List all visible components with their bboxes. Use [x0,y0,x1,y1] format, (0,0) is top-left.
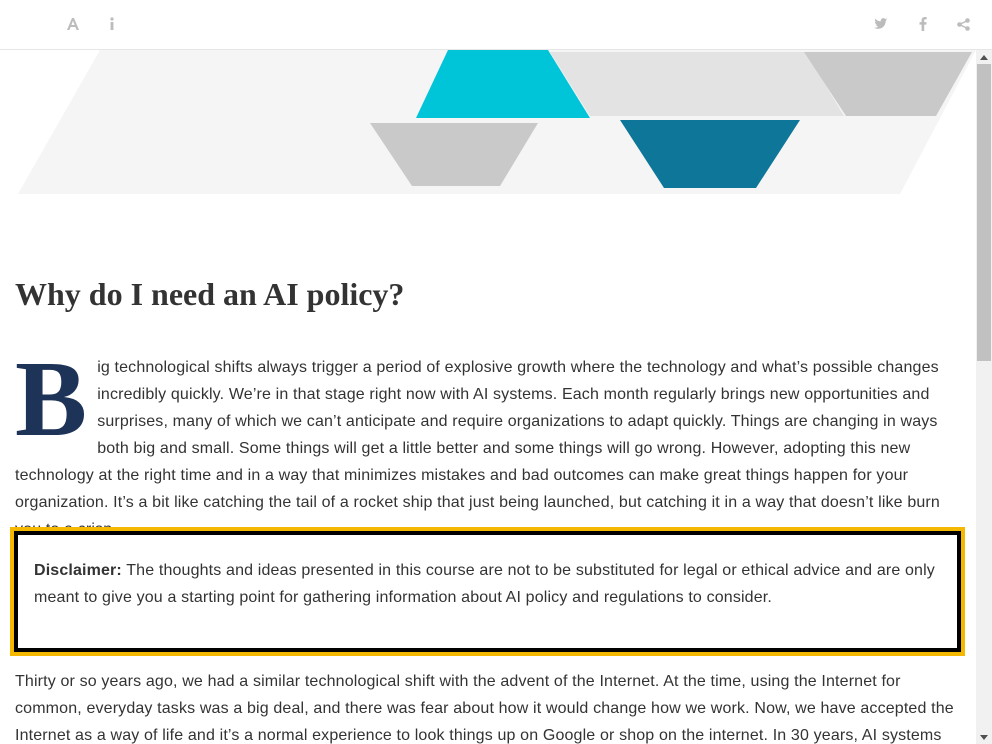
share-icon[interactable] [952,12,974,36]
disclaimer-box: Disclaimer: The thoughts and ideas prese… [14,531,961,652]
disclaimer-text: The thoughts and ideas presented in this… [34,562,935,606]
scroll-up-icon[interactable] [976,50,992,64]
facebook-icon[interactable] [912,12,934,36]
scroll-down-icon[interactable] [976,730,992,744]
drop-cap: B [15,340,88,459]
scrollbar-thumb[interactable] [977,64,991,361]
article-content: Why do I need an AI policy? Big technolo… [0,50,976,744]
twitter-icon[interactable] [870,12,892,36]
intro-paragraph: Big technological shifts always trigger … [15,340,955,543]
disclaimer-callout: Disclaimer: The thoughts and ideas prese… [10,527,965,656]
vertical-scrollbar[interactable] [976,50,992,744]
intro-paragraph-text: ig technological shifts always trigger a… [15,359,940,538]
disclaimer-label: Disclaimer: [34,562,122,579]
page-title: Why do I need an AI policy? [15,276,405,312]
font-size-icon[interactable] [62,12,84,36]
top-toolbar [0,0,992,50]
info-icon[interactable] [101,12,123,36]
body-paragraph: Thirty or so years ago, we had a similar… [15,673,954,744]
hero-banner-image [18,50,976,194]
